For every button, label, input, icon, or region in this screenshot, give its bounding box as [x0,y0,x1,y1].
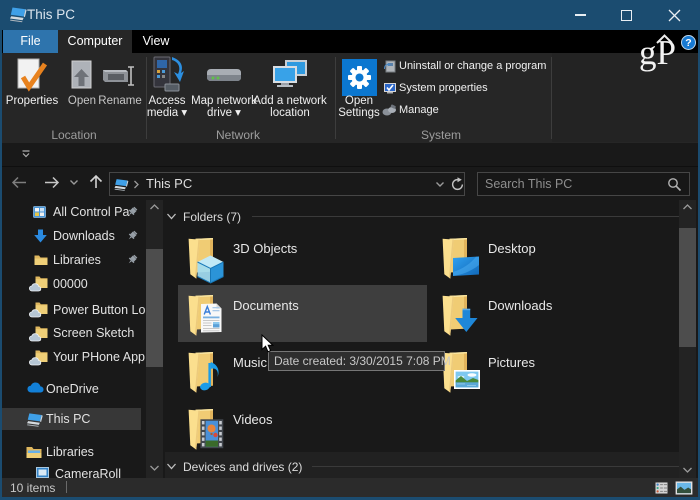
svg-text:gP: gP [639,33,676,72]
